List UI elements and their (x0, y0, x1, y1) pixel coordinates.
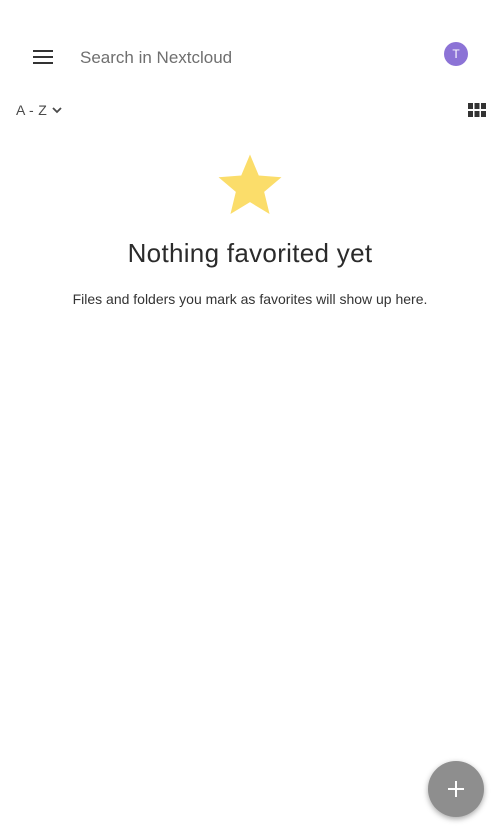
grid-view-toggle-button[interactable] (466, 99, 488, 121)
empty-state-message: Files and folders you mark as favorites … (72, 291, 428, 307)
search-input[interactable] (80, 44, 410, 72)
sort-toolbar: A - Z (0, 96, 500, 124)
empty-favorites-state: Nothing favorited yet Files and folders … (0, 150, 500, 307)
menu-button[interactable] (22, 36, 64, 78)
sort-label: A - Z (16, 102, 48, 118)
avatar-initial: T (452, 47, 460, 61)
add-fab-button[interactable] (428, 761, 484, 817)
top-app-bar: T (0, 28, 500, 86)
sort-order-button[interactable]: A - Z (16, 99, 62, 121)
user-avatar[interactable]: T (444, 42, 468, 66)
hamburger-menu-icon (33, 50, 53, 64)
plus-icon (448, 781, 464, 797)
star-icon (218, 154, 282, 215)
favorites-screen: T A - Z Nothing favori (0, 0, 500, 833)
chevron-down-icon (52, 106, 62, 114)
empty-state-title: Nothing favorited yet (127, 238, 373, 268)
grid-view-icon (468, 103, 486, 117)
